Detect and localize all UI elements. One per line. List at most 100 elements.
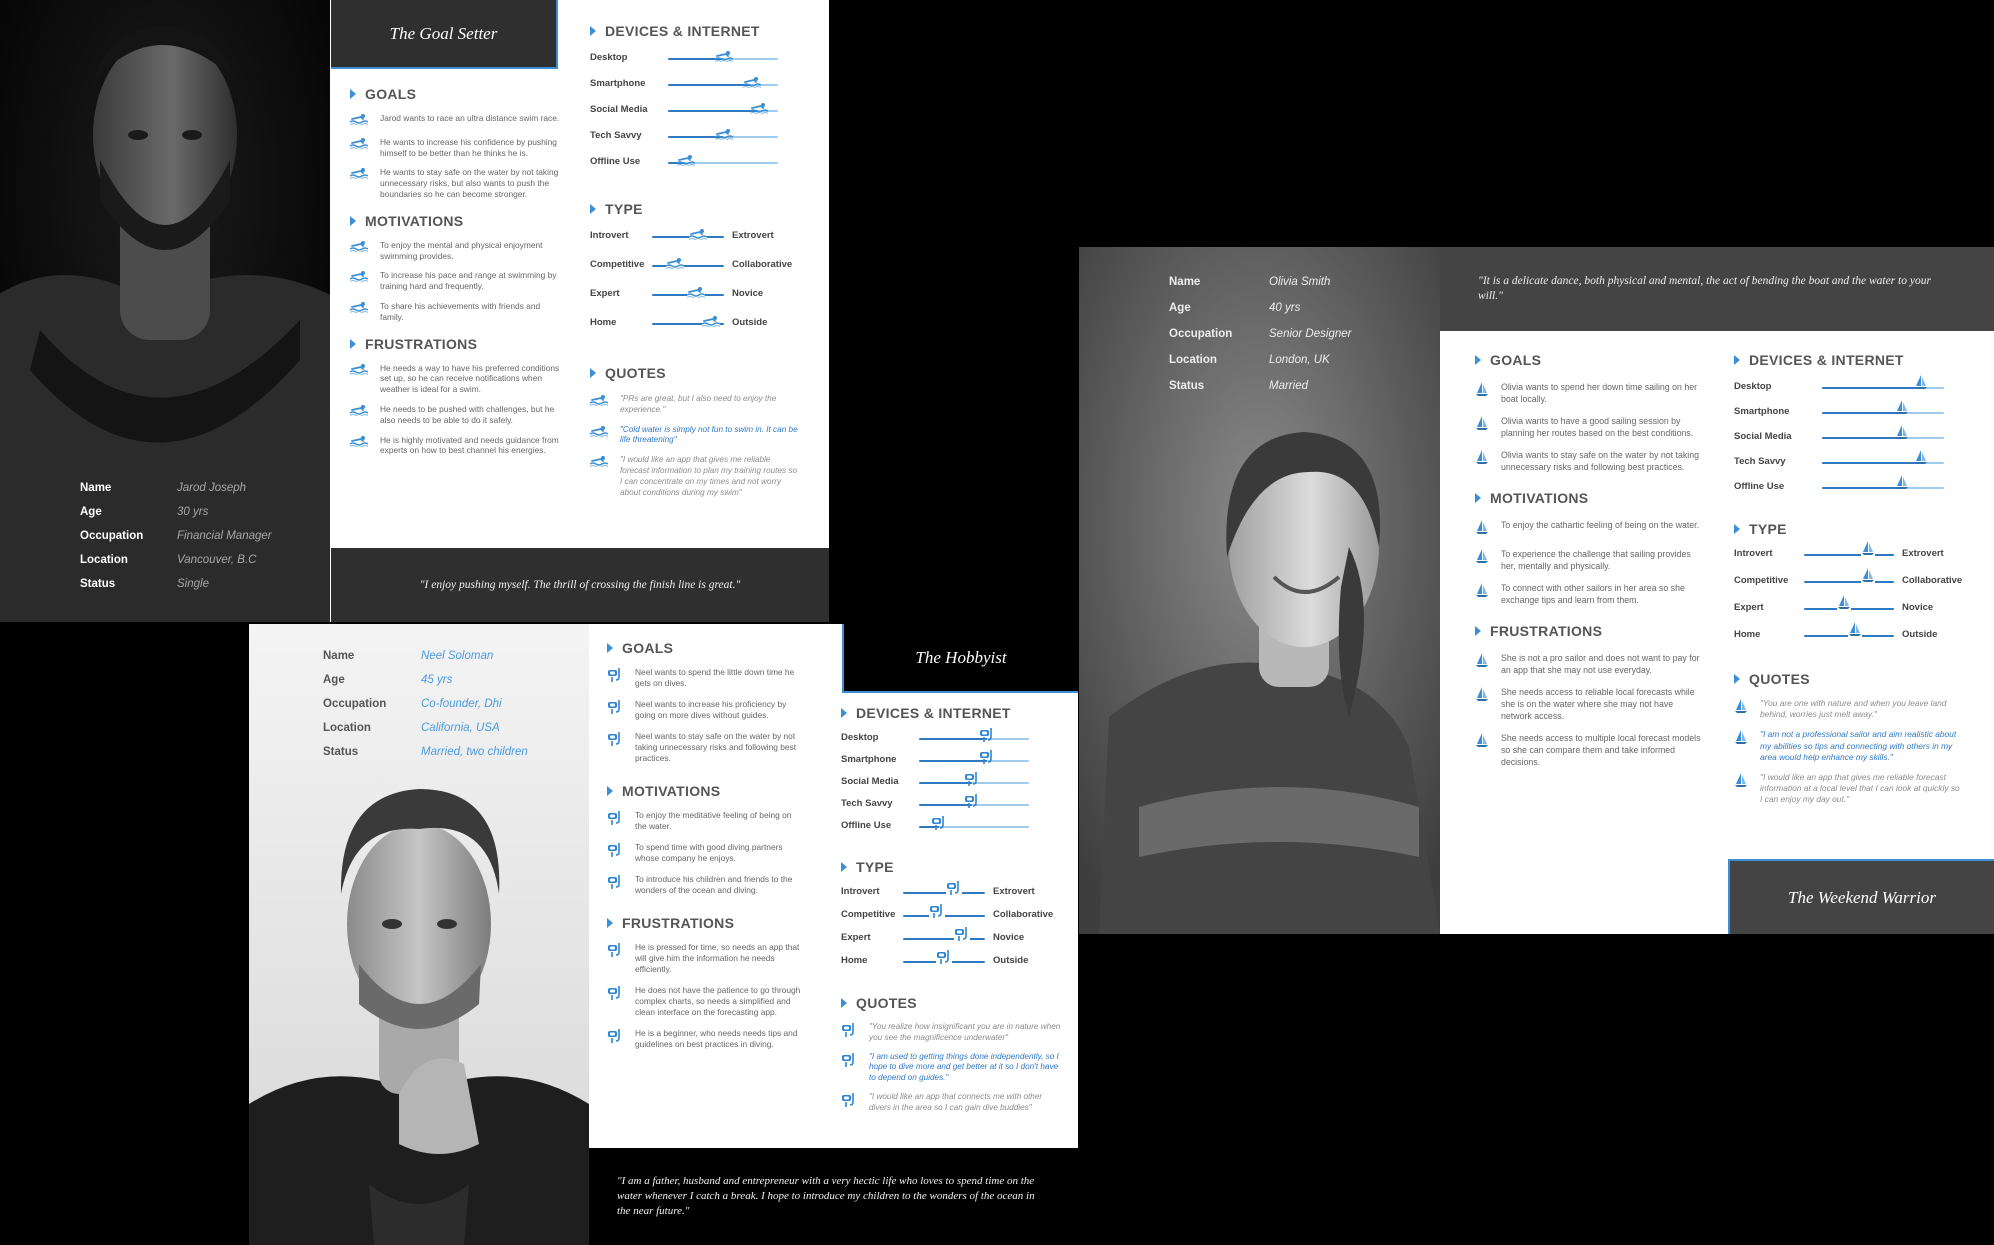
quote-text: "PRs are great, but I also need to enjoy… [620,394,777,414]
sailboat-icon [1734,772,1748,791]
rating-fill [668,110,759,112]
quote-text: "I would like an app that gives me relia… [1760,772,1960,805]
section-label: TYPE [856,859,894,875]
info-key: Status [80,578,116,590]
device-rating-row: Smartphone [1734,400,1964,431]
rating-fill [1822,462,1923,464]
motivation-item: To enjoy the cathartic feeling of being … [1475,519,1705,538]
device-rating-row: Tech Savvy [841,794,1061,820]
profile-location: London, UK [1269,354,1330,366]
sailboat-icon [1475,449,1489,468]
diver-icon [841,1092,857,1112]
profile-age: 45 yrs [421,674,453,686]
sailboat-icon [1860,567,1875,588]
chevron-right-icon [1734,524,1740,534]
sailboat-icon [1475,548,1489,567]
diver-icon [931,815,947,836]
sailboat-icon [1848,621,1863,642]
type-left-label: Introvert [590,230,629,241]
rating-fill [668,84,751,86]
sailboat-icon [1860,540,1875,561]
motivation-item: To introduce his children and friends to… [607,874,802,896]
type-left-label: Expert [590,288,620,299]
info-key: Location [323,722,371,734]
type-scale-track [903,892,985,894]
info-key: Location [80,554,128,566]
frustration-item: She needs access to multiple local forec… [1475,732,1705,768]
info-key: Age [323,674,345,686]
section-label: GOALS [622,640,674,656]
profile-status: Married, two children [421,746,528,758]
frustration-item: She is not a pro sailor and does not wan… [1475,652,1705,676]
persona-card-goal-setter: Name Age Occupation Location Status Jaro… [0,0,829,622]
profile-status: Single [177,578,209,590]
item-text: Olivia wants to have a good sailing sess… [1501,416,1694,438]
device-label: Tech Savvy [1734,456,1786,467]
rating-fill [919,738,988,740]
sailboat-icon [1914,449,1928,470]
quote-item: "I would like an app that gives me relia… [1734,772,1964,806]
persona-title: The Hobbyist [915,647,1007,667]
goal-setter-right-column: DEVICES & INTERNET Desktop Smartphone Soci… [589,22,800,507]
section-heading-devices: DEVICES & INTERNET [841,704,1061,722]
type-left-label: Competitive [1734,575,1789,586]
chevron-right-icon [607,643,613,653]
profile-occupation: Financial Manager [177,530,272,542]
item-text: Neel wants to spend the little down time… [635,667,795,688]
swimmer-icon [686,285,706,303]
footer-quote: "I enjoy pushing myself. The thrill of c… [419,579,741,591]
chevron-right-icon [350,89,356,99]
section-label: GOALS [365,86,417,102]
motivation-item: To experience the challenge that sailing… [1475,548,1705,572]
frustration-item: He does not have the patience to go thro… [607,985,802,1018]
section-label: DEVICES & INTERNET [1749,352,1904,368]
section-heading-type: TYPE [841,858,1061,876]
profile-name: Jarod Joseph [177,482,247,494]
type-left-label: Introvert [841,886,880,897]
section-heading-frustrations: FRUSTRATIONS [607,914,802,932]
type-right-label: Novice [993,932,1025,943]
weekend-warrior-left-column: GOALS Olivia wants to spend her down tim… [1475,351,1705,778]
item-text: He wants to stay safe on the water by no… [380,167,559,199]
rating-fill [1822,412,1903,414]
swimmer-icon [349,404,369,419]
motivation-item: To enjoy the mental and physical enjoyme… [349,240,560,262]
sailboat-icon [1475,732,1489,751]
item-text: To experience the challenge that sailing… [1501,549,1691,571]
quote-item: "I would like an app that connects me wi… [841,1092,1061,1114]
goal-item: He wants to stay safe on the water by no… [349,167,560,199]
section-heading-frustrations: FRUSTRATIONS [1475,622,1705,640]
type-right-label: Extrovert [993,886,1035,897]
section-heading-devices: DEVICES & INTERNET [1734,351,1964,369]
profile-age: 30 yrs [177,506,209,518]
type-scale-row: Home Outside [1734,621,1964,656]
device-label: Offline Use [590,156,641,167]
sailboat-icon [1475,582,1489,601]
info-key: Status [1169,380,1205,392]
profile-location: Vancouver, B.C [177,554,257,566]
weekend-warrior-right-column: DEVICES & INTERNET Desktop Smartphone Soci… [1734,351,1964,815]
device-label: Desktop [1734,381,1772,392]
device-rating-row: Desktop [1734,375,1964,406]
type-scale-track [652,265,724,267]
device-rating-row: Social Media [1734,425,1964,456]
item-text: To connect with other sailors in her are… [1501,583,1685,605]
device-label: Social Media [1734,431,1792,442]
section-heading-type: TYPE [1734,520,1964,538]
section-label: FRUSTRATIONS [365,335,478,352]
device-rating-row: Social Media [841,772,1061,798]
type-right-label: Collaborative [732,259,793,270]
sailboat-icon [1734,698,1748,717]
quote-item: "I would like an app that gives me relia… [589,455,800,498]
info-key: Name [1169,276,1201,288]
goal-item: Olivia wants to spend her down time sail… [1475,381,1705,405]
goal-item: Neel wants to spend the little down time… [607,667,802,689]
rating-fill [1822,487,1903,489]
item-text: Neel wants to stay safe on the water by … [635,731,797,763]
swimmer-icon [589,394,609,410]
sailboat-icon [1475,652,1489,671]
sailboat-icon [1836,594,1851,615]
item-text: He does not have the patience to go thro… [635,985,801,1017]
footer-quote-panel: "I am a father, husband and entrepreneur… [589,1148,1078,1245]
section-label: TYPE [1749,521,1787,537]
